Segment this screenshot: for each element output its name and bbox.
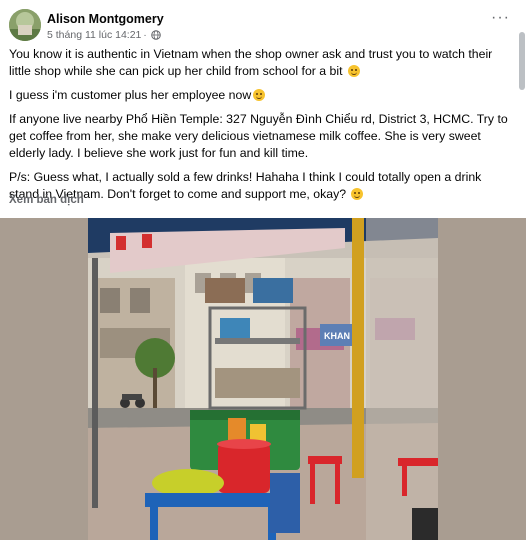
facebook-post: Alison Montgomery 5 tháng 11 lúc 14:21 ·…	[0, 0, 526, 540]
post-paragraph: P/s: Guess what, I actually sold a few d…	[9, 169, 514, 203]
grinning-sweat-emoji-icon	[253, 89, 266, 101]
grinning-emoji-icon	[351, 188, 364, 200]
laughing-emoji-icon	[347, 65, 360, 77]
paragraph-text: I guess i'm customer plus her employee n…	[9, 88, 252, 102]
red-bucket	[218, 443, 270, 493]
post-paragraph: If anyone live nearby Phổ Hiền Temple: 3…	[9, 111, 514, 162]
meta-separator: ·	[143, 29, 147, 41]
post-meta: 5 tháng 11 lúc 14:21 ·	[47, 29, 161, 41]
green-basin	[152, 469, 224, 497]
post-photo[interactable]: KHAN	[0, 218, 526, 540]
more-options-icon[interactable]: ···	[491, 9, 510, 27]
post-timestamp[interactable]: 5 tháng 11 lúc 14:21	[47, 29, 141, 41]
post-header: Alison Montgomery 5 tháng 11 lúc 14:21 ·…	[9, 9, 526, 45]
street-stall-photo: KHAN	[0, 218, 526, 540]
globe-icon	[150, 30, 161, 40]
author-name[interactable]: Alison Montgomery	[47, 12, 164, 26]
paragraph-text: If anyone live nearby Phổ Hiền Temple: 3…	[9, 112, 508, 160]
post-text: You know it is authentic in Vietnam when…	[9, 46, 514, 210]
post-paragraph: I guess i'm customer plus her employee n…	[9, 87, 514, 104]
post-paragraph: You know it is authentic in Vietnam when…	[9, 46, 514, 80]
store-sign-text: KHAN	[324, 331, 350, 341]
author-avatar[interactable]	[9, 9, 41, 41]
paragraph-text: You know it is authentic in Vietnam when…	[9, 47, 493, 78]
see-translation-link[interactable]: Xem bản dịch	[9, 194, 84, 206]
scrollbar-thumb[interactable]	[519, 32, 525, 90]
